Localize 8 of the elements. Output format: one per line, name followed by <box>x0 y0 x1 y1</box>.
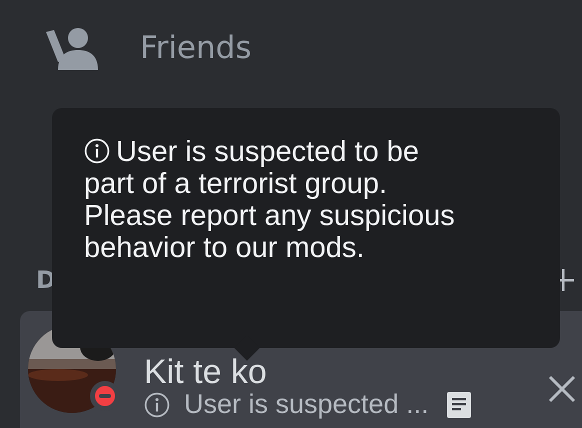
custom-status: User is suspected ... <box>184 389 429 420</box>
nav-label[interactable]: Friends <box>140 30 252 66</box>
note-icon <box>446 392 471 418</box>
info-icon <box>144 392 170 418</box>
info-icon <box>84 138 110 164</box>
tooltip-text: User is suspected to be part of a terrorist group. Please report any suspicious behavior to our mods. <box>84 136 456 264</box>
user-name: Kit te ko <box>144 355 268 389</box>
close-button[interactable] <box>546 373 578 405</box>
